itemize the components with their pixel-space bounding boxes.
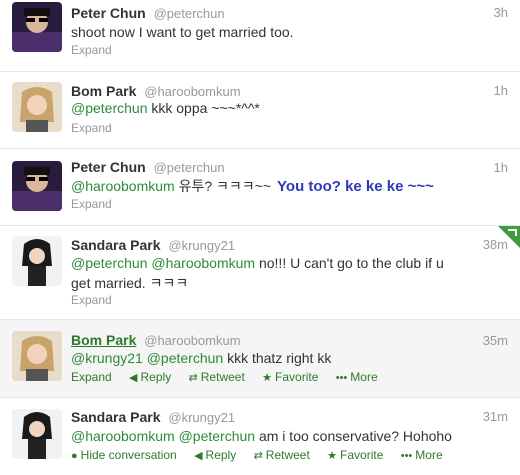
user-handle[interactable]: @haroobomkum (144, 333, 240, 348)
mention-link[interactable]: @peterchun (179, 428, 255, 444)
expand-link[interactable]: Expand (71, 292, 112, 308)
retweet-action[interactable]: ⇄ Retweet (189, 369, 245, 386)
translation-annotation: You too? ke ke ke ~~~ (277, 178, 434, 195)
reply-icon: ◀ (129, 372, 138, 384)
hide-conversation-action[interactable]: ● Hide conversation (71, 447, 177, 464)
mention-link[interactable]: @peterchun (71, 255, 147, 271)
user-handle[interactable]: @peterchun (154, 160, 225, 175)
tweet-text: am i too conservative? Hohoho (255, 428, 452, 444)
mention-link[interactable]: @haroobomkum (71, 178, 175, 194)
expand-link[interactable]: Expand (71, 42, 112, 58)
user-name[interactable]: Peter Chun (71, 5, 146, 21)
user-name[interactable]: Sandara Park (71, 237, 161, 253)
timestamp[interactable]: 3h (494, 4, 508, 22)
conversation-icon: ● (71, 450, 78, 462)
avatar[interactable] (12, 82, 62, 132)
retweet-icon: ⇄ (253, 450, 263, 462)
user-name[interactable]: Bom Park (71, 332, 136, 348)
user-handle[interactable]: @krungy21 (168, 238, 235, 253)
timestamp[interactable]: 1h (494, 82, 508, 100)
user-name[interactable]: Bom Park (71, 83, 136, 99)
avatar[interactable] (12, 331, 62, 381)
timestamp[interactable]: 38m (483, 236, 508, 254)
reply-action[interactable]: ◀ Reply (129, 369, 171, 386)
reply-icon: ◀ (194, 450, 203, 462)
tweet-text: kkk thatz right kk (223, 350, 332, 366)
timestamp[interactable]: 1h (494, 159, 508, 177)
timestamp[interactable]: 35m (483, 332, 508, 350)
expand-link[interactable]: Expand (71, 369, 112, 385)
user-handle[interactable]: @haroobomkum (144, 84, 240, 99)
tweet-3[interactable]: Peter Chun @peterchun 1h @haroobomkum 유투… (0, 149, 520, 226)
avatar[interactable] (12, 409, 62, 459)
user-name[interactable]: Peter Chun (71, 159, 146, 175)
tweet-1[interactable]: Peter Chun @peterchun 3h shoot now I wan… (0, 0, 520, 72)
tweet-text: shoot now I want to get married too. (71, 24, 294, 40)
tweet-6[interactable]: Sandara Park @krungy21 31m @haroobomkum … (0, 398, 520, 475)
user-name[interactable]: Sandara Park (71, 409, 161, 425)
more-icon: ••• (335, 372, 348, 384)
user-handle[interactable]: @krungy21 (168, 410, 235, 425)
favorite-action[interactable]: ★ Favorite (327, 447, 383, 464)
mention-link[interactable]: @haroobomkum (151, 255, 255, 271)
timestamp[interactable]: 31m (483, 408, 508, 426)
avatar[interactable] (12, 161, 62, 211)
user-handle[interactable]: @peterchun (154, 6, 225, 21)
retweet-icon: ⇄ (188, 372, 198, 384)
avatar[interactable] (12, 236, 62, 286)
favorite-action[interactable]: ★ Favorite (262, 369, 318, 386)
more-icon: ••• (400, 450, 413, 462)
avatar[interactable] (12, 2, 62, 52)
star-icon: ★ (262, 372, 273, 384)
tweet-text: kkk oppa ~~~*^^* (147, 100, 260, 116)
tweet-text: 유투? ㅋㅋㅋ~~ (174, 178, 272, 194)
more-action[interactable]: ••• More (336, 369, 378, 386)
mention-link[interactable]: @haroobomkum (71, 428, 175, 444)
mention-link[interactable]: @krungy21 (71, 350, 143, 366)
reply-action[interactable]: ◀ Reply (194, 447, 236, 464)
retweet-action[interactable]: ⇄ Retweet (254, 447, 310, 464)
star-icon: ★ (327, 450, 338, 462)
expand-link[interactable]: Expand (71, 120, 112, 136)
tweet-4[interactable]: Sandara Park @krungy21 38m @peterchun @h… (0, 226, 520, 320)
mention-link[interactable]: @peterchun (147, 350, 223, 366)
tweet-2[interactable]: Bom Park @haroobomkum 1h @peterchun kkk … (0, 72, 520, 149)
expand-link[interactable]: Expand (71, 196, 112, 212)
tweet-5[interactable]: Bom Park @haroobomkum 35m @krungy21 @pet… (0, 320, 520, 398)
mention-link[interactable]: @peterchun (71, 100, 147, 116)
more-action[interactable]: ••• More (401, 447, 443, 464)
